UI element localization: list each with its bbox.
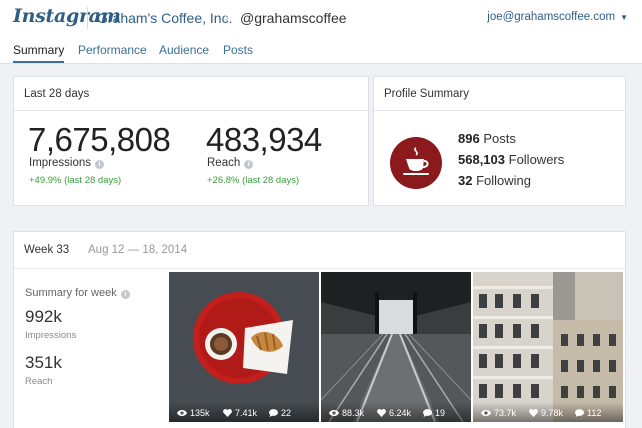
reach-label: Reach	[207, 157, 241, 169]
comments-count: 19	[435, 408, 446, 418]
views-stat: 135k	[177, 408, 210, 418]
comment-icon	[575, 409, 584, 417]
views-count: 88.3k	[342, 408, 365, 418]
profile-summary-card: Profile Summary 896 Posts 568,103 Follow…	[373, 76, 626, 206]
card-header: Profile Summary	[374, 77, 625, 111]
info-icon[interactable]: i	[244, 160, 254, 169]
tab-posts[interactable]: Posts	[223, 43, 253, 57]
account-menu[interactable]: joe@grahamscoffee.com ▼	[487, 11, 628, 23]
following-count: 32	[458, 173, 473, 188]
following-label: Following	[476, 173, 532, 188]
caret-down-icon: ▼	[620, 13, 628, 22]
reach-value: 483,934	[206, 121, 322, 158]
header-divider	[87, 7, 88, 29]
top-bar: Instagram Graham's Coffee, Inc. › @graha…	[0, 0, 642, 64]
info-icon[interactable]: i	[120, 290, 130, 299]
week-range: Aug 12 — 18, 2014	[88, 244, 188, 256]
breadcrumb-chevron-icon: ›	[224, 9, 229, 26]
likes-count: 6.24k	[389, 408, 412, 418]
post-thumbnail[interactable]: 135k 7.41k 22	[169, 272, 319, 422]
followers-label: Followers	[508, 152, 565, 167]
eye-icon	[329, 410, 339, 416]
impressions-label-row: Impressions i	[29, 157, 104, 169]
likes-stat: 6.24k	[377, 408, 411, 418]
week-summary-title-row: Summary for week i	[25, 287, 130, 299]
heart-icon	[529, 409, 538, 417]
card-title: Profile Summary	[384, 88, 469, 100]
last-28-days-card: Last 28 days 7,675,808 Impressions i +49.…	[13, 76, 369, 206]
comment-icon	[423, 409, 432, 417]
tab-performance[interactable]: Performance	[78, 43, 147, 57]
post-stats: 135k 7.41k 22	[169, 402, 319, 422]
tab-audience[interactable]: Audience	[159, 43, 209, 57]
comments-count: 22	[281, 408, 292, 418]
account-handle: @grahamscoffee	[240, 10, 347, 26]
city-buildings-image	[473, 272, 623, 422]
reach-delta: +26.8% (last 28 days)	[207, 175, 300, 186]
likes-count: 7.41k	[235, 408, 258, 418]
eye-icon	[177, 410, 187, 416]
divider	[14, 268, 625, 269]
avatar[interactable]	[390, 137, 442, 189]
railway-tracks-image	[321, 272, 471, 422]
comment-icon	[269, 409, 278, 417]
heart-icon	[223, 409, 232, 417]
following-count-row: 32 Following	[458, 173, 531, 188]
tab-summary[interactable]: Summary	[13, 43, 65, 63]
comments-stat: 22	[269, 408, 291, 418]
followers-count: 568,103	[458, 152, 505, 167]
comments-stat: 19	[423, 408, 445, 418]
views-count: 135k	[190, 408, 210, 418]
likes-count: 9.78k	[541, 408, 564, 418]
company-link[interactable]: Graham's Coffee, Inc.	[97, 10, 232, 26]
impressions-label: Impressions	[29, 157, 91, 169]
reach-label-row: Reach i	[207, 157, 254, 169]
account-email: joe@grahamscoffee.com	[487, 11, 616, 23]
week-card: Week 33 Aug 12 — 18, 2014 Summary for we…	[13, 231, 626, 428]
card-title: Last 28 days	[24, 88, 90, 100]
coffee-croissant-image	[169, 272, 319, 422]
week-summary-title: Summary for week	[25, 287, 117, 299]
impressions-delta: +49.9% (last 28 days)	[29, 175, 122, 186]
week-title: Week 33	[24, 244, 70, 256]
comments-count: 112	[587, 408, 602, 418]
card-header: Last 28 days	[14, 77, 368, 111]
coffee-cup-icon	[403, 147, 429, 175]
views-stat: 88.3k	[329, 408, 364, 418]
week-reach-value: 351k	[25, 353, 62, 372]
followers-count-row: 568,103 Followers	[458, 152, 564, 167]
posts-label: Posts	[483, 131, 516, 146]
post-stats: 73.7k 9.78k 112	[473, 402, 623, 422]
heart-icon	[377, 409, 386, 417]
info-icon[interactable]: i	[95, 160, 104, 169]
post-thumbnail[interactable]: 73.7k 9.78k 112	[473, 272, 623, 422]
comments-stat: 112	[575, 408, 601, 418]
likes-stat: 7.41k	[223, 408, 257, 418]
views-stat: 73.7k	[481, 408, 516, 418]
week-impressions-label: Impressions	[25, 330, 77, 341]
week-impressions-value: 992k	[25, 307, 62, 326]
likes-stat: 9.78k	[529, 408, 563, 418]
post-stats: 88.3k 6.24k 19	[321, 402, 471, 422]
post-thumbnail[interactable]: 88.3k 6.24k 19	[321, 272, 471, 422]
posts-count-row: 896 Posts	[458, 131, 516, 146]
week-reach-label: Reach	[25, 376, 53, 387]
views-count: 73.7k	[494, 408, 517, 418]
posts-count: 896	[458, 131, 480, 146]
eye-icon	[481, 410, 491, 416]
impressions-value: 7,675,808	[28, 121, 171, 158]
